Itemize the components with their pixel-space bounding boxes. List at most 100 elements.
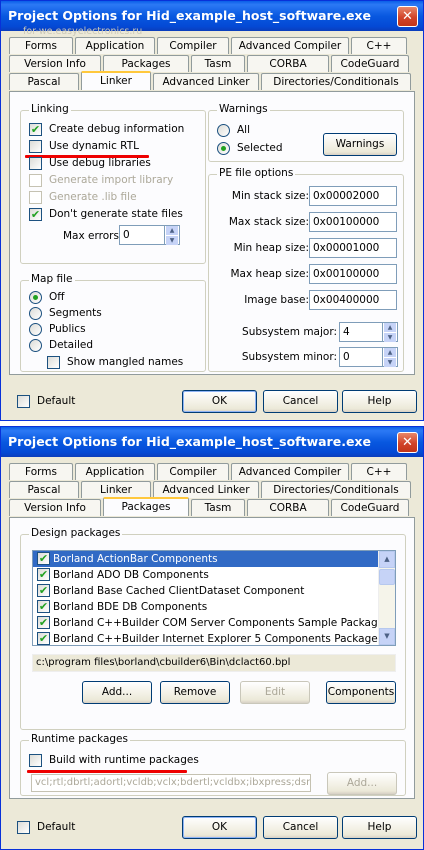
group-label: Linking [29,103,71,115]
max-stack-size-label: Max stack size: [228,216,309,228]
checkbox-icon[interactable]: ✔ [29,123,42,136]
min-heap-size-label: Min heap size: [233,242,309,254]
tab-cpp[interactable]: C++ [351,37,407,54]
ok-button[interactable]: OK [182,390,257,413]
help-button[interactable]: Help [342,390,417,413]
tab-cpp[interactable]: C++ [351,463,407,480]
tab-corba[interactable]: CORBA [247,55,329,72]
min-stack-size-label: Min stack size: [231,190,309,202]
max-errors-input[interactable]: 0 [119,225,165,245]
spin-up-icon[interactable]: ▲ [384,323,396,332]
scroll-down-icon[interactable]: ▼ [379,628,395,645]
list-item[interactable]: ✔ Borland ADO DB Components [33,567,395,583]
tab-version-info[interactable]: Version Info [9,499,101,516]
subsystem-minor-input[interactable]: 0 [339,347,383,367]
max-errors-label: Max errors: [63,230,123,242]
cancel-button[interactable]: Cancel [263,390,338,413]
tab-directories-conditionals[interactable]: Directories/Conditionals [261,73,411,90]
design-packages-list[interactable]: ✔ Borland ActionBar Components ✔ Borland A… [32,550,396,646]
spin-down-icon[interactable]: ▼ [384,358,396,367]
close-icon[interactable]: ✕ [397,6,418,27]
tab-compiler[interactable]: Compiler [157,463,229,480]
checkbox-icon[interactable]: ✔ [29,208,42,221]
red-underline-annotation [27,770,187,773]
tab-tasm[interactable]: Tasm [191,55,245,72]
subsystem-minor-spinner[interactable]: ▲ ▼ [383,347,398,367]
group-label: PE file options [217,167,296,179]
max-errors-spinner[interactable]: ▲ ▼ [165,225,180,245]
checkbox-icon[interactable]: ✔ [37,552,50,565]
spin-down-icon[interactable]: ▼ [166,236,178,245]
image-base-input[interactable]: 0x00400000 [309,290,397,310]
scroll-thumb[interactable] [379,569,395,585]
cancel-button[interactable]: Cancel [263,816,338,839]
list-scrollbar[interactable]: ▲ ▼ [378,551,395,645]
tab-forms[interactable]: Forms [9,463,73,480]
add-package-button[interactable]: Add... [82,681,152,704]
radio-icon[interactable] [29,307,42,320]
radio-icon[interactable] [29,291,42,304]
tab-advanced-compiler[interactable]: Advanced Compiler [231,37,349,54]
checkbox-icon[interactable] [29,140,42,153]
checkbox-icon[interactable] [29,754,42,767]
tab-compiler[interactable]: Compiler [157,37,229,54]
runtime-packages-input: vcl;rtl;dbrtl;adortl;vcldb;vclx;bdertl;v… [31,774,311,792]
spin-up-icon[interactable]: ▲ [384,348,396,357]
min-heap-size-input[interactable]: 0x00001000 [309,238,397,258]
list-item[interactable]: ✔ Borland C++Builder Internet Explorer 5 … [33,631,395,645]
ok-button[interactable]: OK [182,816,257,839]
tab-linker[interactable]: Linker [81,71,151,90]
tab-packages[interactable]: Packages [103,55,189,72]
checkbox-icon[interactable]: ✔ [37,568,50,581]
tab-tasm[interactable]: Tasm [191,499,245,516]
close-icon[interactable]: ✕ [397,432,418,453]
checkbox-icon[interactable] [29,157,42,170]
list-item[interactable]: ✔ Borland BDE DB Components [33,599,395,615]
radio-icon[interactable] [217,142,230,155]
subsystem-major-input[interactable]: 4 [339,322,383,342]
radio-icon[interactable] [29,323,42,336]
checkbox-icon[interactable] [17,821,30,834]
min-stack-size-input[interactable]: 0x00002000 [309,186,397,206]
linking-group: Linking ✔ Create debug information Use dy… [20,103,206,264]
checkbox-icon[interactable]: ✔ [37,616,50,629]
spin-up-icon[interactable]: ▲ [166,226,178,235]
warnings-button[interactable]: Warnings [323,133,397,156]
tab-packages[interactable]: Packages [103,497,189,516]
tab-codeguard[interactable]: CodeGuard [331,499,409,516]
scroll-up-icon[interactable]: ▲ [379,551,395,568]
tab-version-info[interactable]: Version Info [9,55,101,72]
checkbox-icon[interactable] [47,356,60,369]
radio-icon[interactable] [217,124,230,137]
tab-application[interactable]: Application [75,463,155,480]
list-item[interactable]: ✔ Borland Base Cached ClientDataset Compo… [33,583,395,599]
help-button[interactable]: Help [342,816,417,839]
tab-linker[interactable]: Linker [81,481,151,498]
pe-file-options-group: PE file options Min stack size: 0x000020… [208,167,404,372]
tab-advanced-linker[interactable]: Advanced Linker [153,481,259,498]
tab-advanced-compiler[interactable]: Advanced Compiler [231,463,349,480]
components-button[interactable]: Components [326,681,396,704]
max-stack-size-input[interactable]: 0x00100000 [309,212,397,232]
max-heap-size-input[interactable]: 0x00100000 [309,264,397,284]
tab-forms[interactable]: Forms [9,37,73,54]
radio-icon[interactable] [29,339,42,352]
subsystem-major-label: Subsystem major: [242,326,337,338]
checkbox-icon[interactable]: ✔ [37,632,50,645]
list-item[interactable]: ✔ Borland ActionBar Components [33,551,395,567]
map-file-group: Map file Off Segments Publics Detailed S… [20,273,206,372]
tab-codeguard[interactable]: CodeGuard [331,55,409,72]
tab-application[interactable]: Application [75,37,155,54]
checkbox-icon[interactable]: ✔ [37,600,50,613]
tab-corba[interactable]: CORBA [247,499,329,516]
tab-advanced-linker[interactable]: Advanced Linker [153,73,259,90]
tab-pascal[interactable]: Pascal [9,481,79,498]
checkbox-icon[interactable]: ✔ [37,584,50,597]
checkbox-icon[interactable] [17,395,30,408]
spin-down-icon[interactable]: ▼ [384,333,396,342]
subsystem-major-spinner[interactable]: ▲ ▼ [383,322,398,342]
tab-pascal[interactable]: Pascal [9,73,79,90]
list-item[interactable]: ✔ Borland C++Builder COM Server Component… [33,615,395,631]
tab-directories-conditionals[interactable]: Directories/Conditionals [261,481,411,498]
remove-package-button[interactable]: Remove [160,681,230,704]
